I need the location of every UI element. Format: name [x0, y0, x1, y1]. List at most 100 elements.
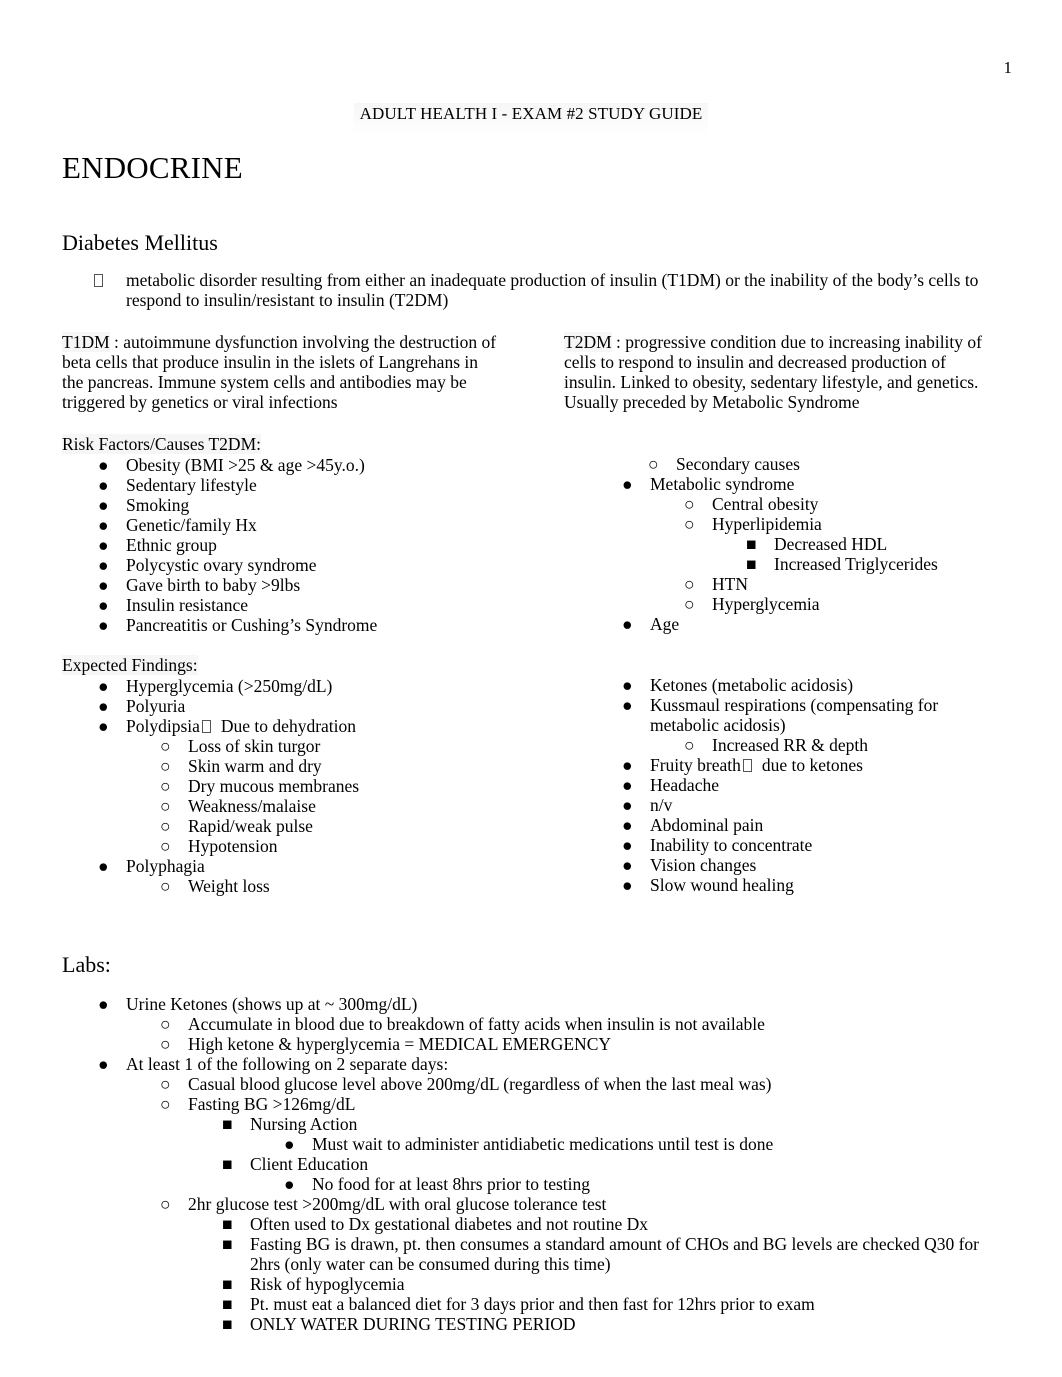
- list-item: ● Smoking: [98, 495, 562, 515]
- list-item: ● Pancreatitis or Cushing’s Syndrome: [98, 615, 562, 635]
- list-item: ● Vision changes: [622, 855, 1000, 875]
- list-item: ○ Rapid/weak pulse: [160, 816, 562, 836]
- list-item-label: Ketones (metabolic acidosis): [650, 675, 854, 695]
- disc-bullet-icon: ●: [98, 994, 109, 1014]
- list-item-label: Headache: [650, 775, 719, 795]
- disc-bullet-icon: ●: [98, 615, 109, 635]
- list-item: ■ Fasting BG is drawn, pt. then consumes …: [222, 1234, 1000, 1274]
- risk-factors-list: ● Obesity (BMI >25 & age >45y.o.) ● Sedent…: [98, 455, 562, 635]
- disc-bullet-icon: ●: [622, 695, 633, 715]
- nursing-action-sublist: ● Must wait to administer antidiabetic me…: [284, 1134, 1000, 1154]
- list-item: ● At least 1 of the following on 2 separa…: [98, 1054, 1000, 1074]
- circle-bullet-icon: ○: [160, 1074, 171, 1094]
- list-item-label: Age: [650, 614, 680, 634]
- list-item: ● No food for at least 8hrs prior to test…: [284, 1174, 1000, 1194]
- list-item: ● Ketones (metabolic acidosis): [622, 675, 1000, 695]
- metabolic-syndrome-list: ● Metabolic syndrome ○ Central obesity ○ Hy…: [622, 474, 1000, 634]
- list-item-label: Slow wound healing: [650, 875, 794, 895]
- circle-bullet-icon: ○: [160, 1094, 171, 1114]
- document-page: 1 ADULT HEALTH I - EXAM #2 STUDY GUIDE E…: [0, 0, 1062, 1377]
- list-item: ○ Weight loss: [160, 876, 562, 896]
- disc-bullet-icon: ●: [98, 716, 109, 736]
- list-item: ○ Weakness/malaise: [160, 796, 562, 816]
- list-item: metabolic disorder resulting from either…: [94, 270, 1000, 310]
- list-item: ● Ethnic group: [98, 535, 562, 555]
- running-header: ADULT HEALTH I - EXAM #2 STUDY GUIDE: [0, 103, 1062, 137]
- disc-bullet-icon: ●: [98, 1054, 109, 1074]
- list-item-label: High ketone & hyperglycemia = MEDICAL EM…: [188, 1034, 611, 1054]
- list-item: ● Polyuria: [98, 696, 562, 716]
- risk-factors-right-column: ○ Secondary causes ● Metabolic syndrome ○ C…: [586, 454, 1000, 635]
- list-item: ● Polydipsia Due to dehydration: [98, 716, 562, 736]
- list-item-label: Polyphagia: [126, 856, 205, 876]
- list-item: ■ Pt. must eat a balanced diet for 3 days…: [222, 1294, 1000, 1314]
- list-item-label: No food for at least 8hrs prior to testi…: [312, 1174, 591, 1194]
- list-item-label: At least 1 of the following on 2 separat…: [126, 1054, 449, 1074]
- list-item-label: Kussmaul respirations (compensating for …: [650, 695, 939, 735]
- circle-bullet-icon: ○: [684, 514, 695, 534]
- t1dm-label: T1DM: [62, 332, 110, 352]
- circle-bullet-icon: ○: [160, 776, 171, 796]
- list-item-label: Hyperglycemia: [712, 594, 820, 614]
- two-hour-test-sublist: ■ Often used to Dx gestational diabetes a…: [222, 1214, 1000, 1334]
- square-bullet-icon: ■: [746, 554, 757, 574]
- list-item-label: Genetic/family Hx: [126, 515, 257, 535]
- fruity-breath-cause-label: due to ketones: [761, 755, 863, 775]
- circle-bullet-icon: ○: [160, 1194, 171, 1214]
- list-item-label: ONLY WATER DURING TESTING PERIOD: [250, 1314, 576, 1334]
- polydipsia-cause-label: Due to dehydration: [220, 716, 357, 736]
- disc-bullet-icon: ●: [284, 1134, 295, 1154]
- list-item-label: Hypotension: [188, 836, 278, 856]
- intro-bullet-text: metabolic disorder resulting from either…: [126, 270, 979, 310]
- circle-bullet-icon: ○: [684, 594, 695, 614]
- disc-bullet-icon: ●: [622, 875, 633, 895]
- list-item: ■ Decreased HDL: [746, 534, 1000, 554]
- list-item: ● Must wait to administer antidiabetic me…: [284, 1134, 1000, 1154]
- fasting-bg-sublist: ■ Nursing Action ● Must wait to administer…: [222, 1114, 1000, 1194]
- circle-bullet-icon: ○: [160, 816, 171, 836]
- list-item-label: n/v: [650, 795, 673, 815]
- list-item-label: Decreased HDL: [774, 534, 888, 554]
- list-item-label: Often used to Dx gestational diabetes an…: [250, 1214, 649, 1234]
- list-item-label: Skin warm and dry: [188, 756, 322, 776]
- disc-bullet-icon: ●: [98, 676, 109, 696]
- square-bullet-icon: ■: [222, 1214, 233, 1234]
- running-header-text: ADULT HEALTH I - EXAM #2 STUDY GUIDE: [353, 103, 709, 137]
- list-item: ○ Central obesity: [684, 494, 1000, 514]
- page-number: 1: [1003, 58, 1013, 77]
- list-item: ● Polycystic ovary syndrome: [98, 555, 562, 575]
- list-item: ○ High ketone & hyperglycemia = MEDICAL E…: [160, 1034, 1000, 1054]
- expected-findings-right-list: ● Ketones (metabolic acidosis) ● Kussmaul …: [622, 675, 1000, 895]
- list-item-label: Inability to concentrate: [650, 835, 813, 855]
- list-item: ○ Loss of skin turgor: [160, 736, 562, 756]
- square-bullet-icon: ■: [222, 1114, 233, 1134]
- kussmaul-sublist: ○ Increased RR & depth: [684, 735, 1000, 755]
- list-item: ● Age: [622, 614, 1000, 634]
- disc-bullet-icon: ●: [98, 515, 109, 535]
- list-item: ■ ONLY WATER DURING TESTING PERIOD: [222, 1314, 1000, 1334]
- list-item: ○ Fasting BG >126mg/dL: [160, 1094, 1000, 1114]
- list-item-label: Polydipsia: [126, 716, 200, 736]
- square-bullet-icon: ■: [222, 1154, 233, 1174]
- circle-bullet-icon: ○: [160, 796, 171, 816]
- list-item-label: Pancreatitis or Cushing’s Syndrome: [126, 615, 378, 635]
- client-education-sublist: ● No food for at least 8hrs prior to test…: [284, 1174, 1000, 1194]
- list-item-label: Vision changes: [650, 855, 757, 875]
- disc-bullet-icon: ●: [622, 675, 633, 695]
- list-item-label: Sedentary lifestyle: [126, 475, 257, 495]
- disc-bullet-icon: ●: [284, 1174, 295, 1194]
- list-item: ● Sedentary lifestyle: [98, 475, 562, 495]
- tofu-arrow-icon: [742, 759, 752, 772]
- list-item: ○ Increased RR & depth: [684, 735, 1000, 755]
- list-item-label: Polyuria: [126, 696, 186, 716]
- list-item-label: Abdominal pain: [650, 815, 764, 835]
- disc-bullet-icon: ●: [98, 475, 109, 495]
- square-bullet-icon: ■: [222, 1274, 233, 1294]
- list-item: ● Polyphagia: [98, 856, 562, 876]
- risk-factors-label: Risk Factors/Causes T2DM:: [62, 434, 261, 454]
- list-item: ○ Hyperglycemia: [684, 594, 1000, 614]
- list-item: ● Slow wound healing: [622, 875, 1000, 895]
- circle-bullet-icon: ○: [160, 836, 171, 856]
- circle-bullet-icon: ○: [160, 876, 171, 896]
- t2dm-label: T2DM: [564, 332, 612, 352]
